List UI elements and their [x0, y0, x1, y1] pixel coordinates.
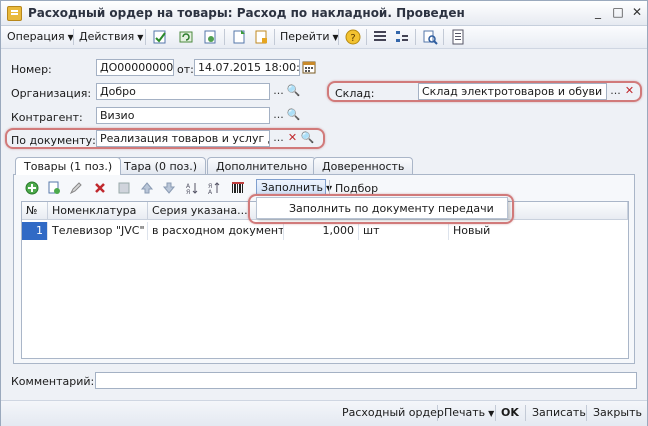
comment-label: Комментарий:: [11, 375, 95, 388]
movements-icon[interactable]: [253, 29, 269, 45]
actions-menu[interactable]: Действия ▼: [79, 30, 143, 43]
organization-search-icon[interactable]: 🔍: [286, 84, 301, 99]
toolbar-separator: [586, 405, 587, 421]
dropdown-highlight: [248, 194, 514, 224]
organization-select-button[interactable]: ...: [271, 84, 286, 99]
hierarchy-icon[interactable]: [394, 29, 410, 45]
tab-containers[interactable]: Тара (0 поз.): [115, 157, 207, 174]
column-header-number[interactable]: №: [22, 202, 48, 220]
toolbar-separator: [415, 29, 416, 45]
close-window-button[interactable]: ✕: [629, 5, 645, 19]
command-bar: Операция ▼ Действия ▼ Перейти ▼ ?: [1, 26, 647, 49]
toolbar-separator: [525, 405, 526, 421]
cell-nomenclature: Телевизор "JVC": [48, 222, 148, 240]
warehouse-field[interactable]: Склад электротоваров и обуви: [418, 83, 607, 100]
toolbar-separator: [274, 29, 275, 45]
print-menu-label: Печать: [444, 406, 486, 419]
counterparty-field[interactable]: Визио: [96, 107, 270, 124]
structure-icon[interactable]: [231, 29, 247, 45]
warehouse-label: Склад:: [335, 87, 375, 100]
counterparty-select-button[interactable]: ...: [271, 108, 286, 123]
warehouse-select-button[interactable]: ...: [608, 84, 623, 99]
tab-goods[interactable]: Товары (1 поз.): [15, 157, 122, 175]
by-document-select-button[interactable]: ...: [271, 131, 286, 146]
help-icon[interactable]: ?: [345, 29, 361, 45]
warehouse-clear-icon[interactable]: ✕: [622, 84, 637, 99]
post-document-icon[interactable]: [152, 29, 168, 45]
document-window: Расходный ордер на товары: Расход по нак…: [0, 0, 648, 426]
goto-menu[interactable]: Перейти ▼: [280, 30, 339, 43]
actions-menu-label: Действия: [79, 30, 135, 43]
by-document-field[interactable]: Реализация товаров и услуг ДО0: [96, 130, 270, 147]
move-down-icon[interactable]: [162, 181, 176, 195]
find-icon[interactable]: [422, 29, 438, 45]
move-up-icon[interactable]: [140, 181, 154, 195]
counterparty-search-icon[interactable]: 🔍: [286, 108, 301, 123]
toolbar-separator: [366, 29, 367, 45]
goto-menu-label: Перейти: [280, 30, 330, 43]
counterparty-label: Контрагент:: [11, 111, 83, 124]
by-document-search-icon[interactable]: 🔍: [300, 131, 315, 146]
title-bar: Расходный ордер на товары: Расход по нак…: [1, 1, 647, 26]
delete-row-icon[interactable]: [93, 181, 107, 195]
save-button[interactable]: Записать: [532, 406, 586, 419]
document-icon: [7, 6, 22, 21]
bottom-command-bar: Расходный ордер Печать ▼ OK Записать Закр…: [1, 400, 647, 426]
calendar-icon[interactable]: [302, 60, 316, 74]
minimize-button[interactable]: _: [590, 5, 606, 19]
chevron-down-icon: ▼: [488, 409, 495, 418]
toolbar-separator: [338, 29, 339, 45]
fill-menu-label: Заполнить: [261, 181, 323, 194]
operation-menu-label: Операция: [7, 30, 65, 43]
print-menu[interactable]: Печать ▼: [444, 406, 494, 419]
svg-text:?: ?: [350, 33, 355, 44]
sort-descending-icon[interactable]: ЯA: [207, 181, 221, 195]
end-edit-icon[interactable]: [117, 181, 131, 195]
chevron-down-icon: ▼: [137, 33, 144, 42]
cell-quality: Новый: [453, 224, 491, 237]
cell-number: 1: [22, 222, 48, 240]
close-button[interactable]: Закрыть: [593, 406, 642, 419]
organization-label: Организация:: [11, 87, 92, 100]
date-field[interactable]: 14.07.2015 18:00:00: [194, 59, 300, 76]
cell-quantity: 1,000: [284, 222, 359, 240]
tab-power-of-attorney[interactable]: Доверенность: [313, 157, 414, 174]
refresh-icon[interactable]: [178, 29, 194, 45]
toolbar-separator: [437, 405, 438, 421]
toolbar-separator: [145, 29, 146, 45]
date-label: от:: [177, 63, 194, 76]
by-document-label: По документу:: [11, 134, 96, 147]
column-header-nomenclature[interactable]: Номенклатура: [48, 202, 148, 220]
ok-button[interactable]: OK: [501, 406, 519, 419]
cell-unit: шт: [359, 222, 449, 240]
barcode-icon[interactable]: [231, 181, 245, 195]
toolbar-separator: [224, 29, 225, 45]
svg-text:Я: Я: [186, 189, 190, 195]
cell-series: в расходном документе: [148, 222, 284, 240]
toolbar-separator: [495, 405, 496, 421]
sort-ascending-icon[interactable]: AЯ: [185, 181, 199, 195]
by-document-clear-icon[interactable]: ✕: [285, 131, 300, 146]
order-print-button[interactable]: Расходный ордер: [342, 406, 444, 419]
svg-text:A: A: [208, 189, 213, 195]
properties-icon[interactable]: [450, 29, 466, 45]
toolbar-separator: [73, 29, 74, 45]
edit-row-icon[interactable]: [69, 181, 83, 195]
number-field[interactable]: ДО000000002: [96, 59, 174, 76]
number-label: Номер:: [11, 63, 52, 76]
maximize-button[interactable]: □: [610, 5, 626, 19]
list-icon[interactable]: [372, 29, 388, 45]
toolbar-separator: [443, 29, 444, 45]
copy-document-icon[interactable]: [202, 29, 218, 45]
operation-menu[interactable]: Операция ▼: [7, 30, 74, 43]
organization-field[interactable]: Добро: [96, 83, 270, 100]
add-row-icon[interactable]: [25, 181, 39, 195]
comment-field[interactable]: [95, 372, 637, 389]
copy-row-icon[interactable]: [47, 181, 61, 195]
window-title: Расходный ордер на товары: Расход по нак…: [28, 6, 465, 20]
tab-additional[interactable]: Дополнительно: [207, 157, 317, 174]
